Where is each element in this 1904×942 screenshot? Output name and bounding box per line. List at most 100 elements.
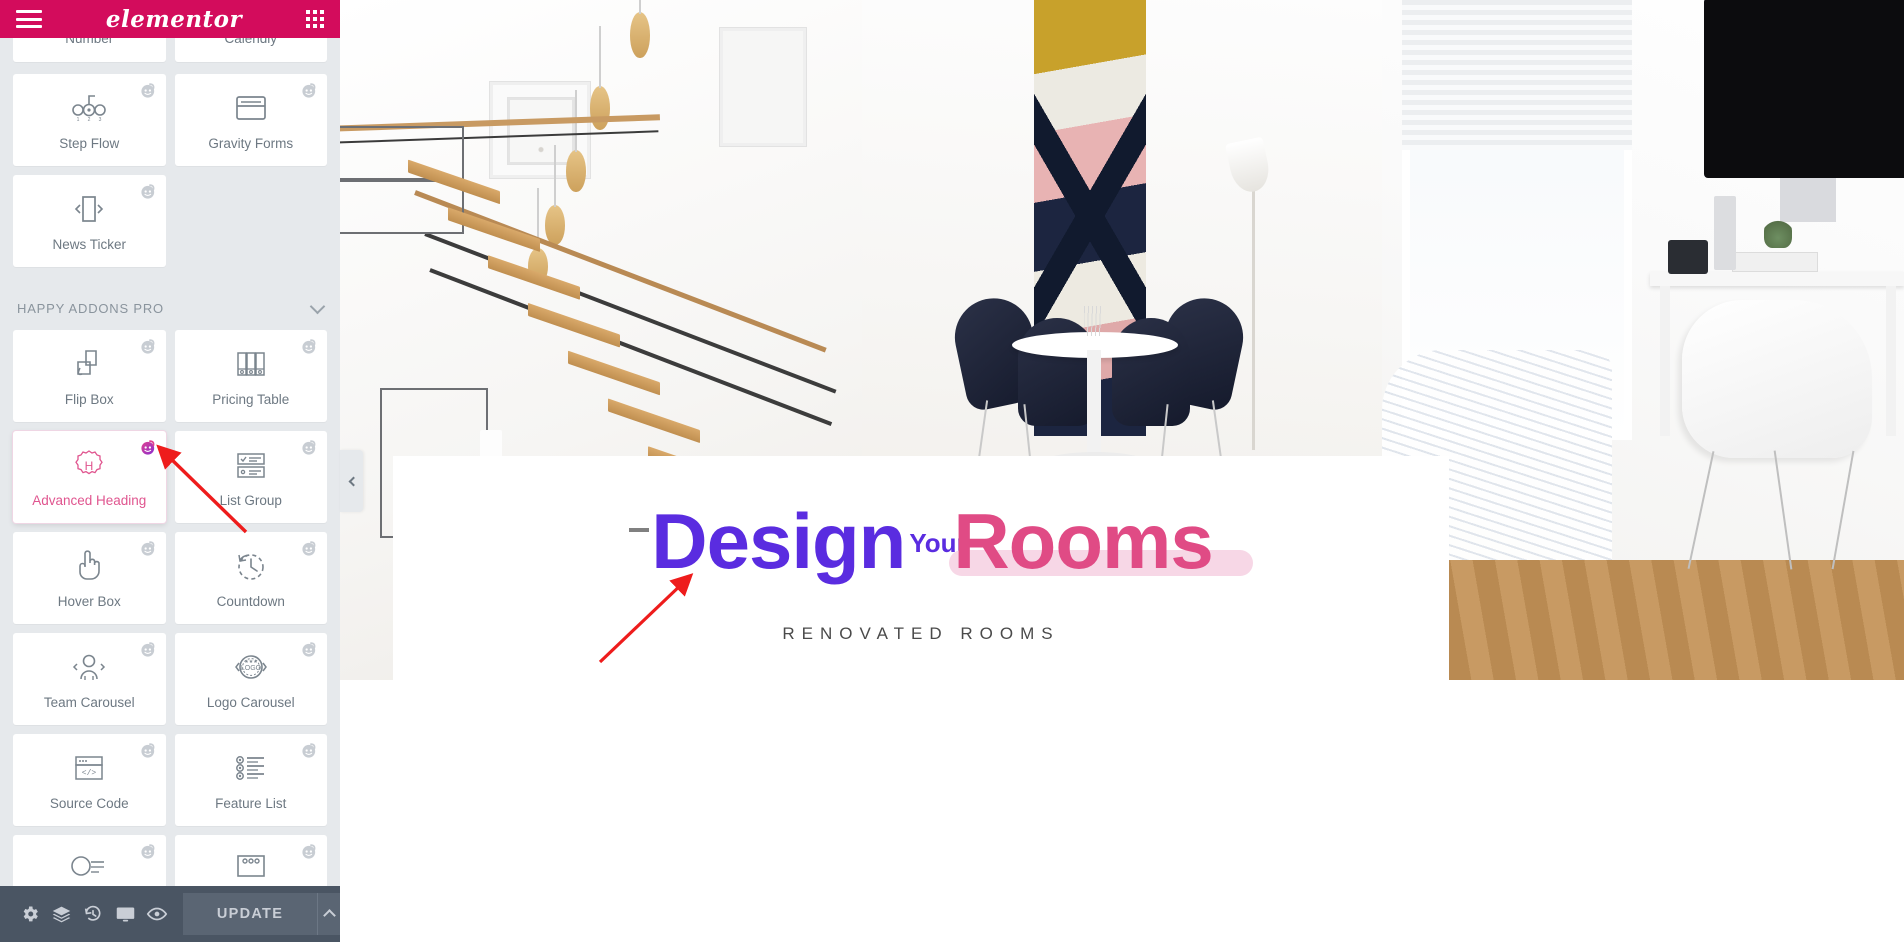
widgets-grid-icon[interactable] (306, 10, 324, 28)
widget-list-scroll[interactable]: Number Calendly 1 2 3 Step Flow Gravity … (0, 38, 340, 886)
widget-grid-happy-addons: Flip Box Pricing Table H Advanced Headin… (0, 330, 340, 886)
chevron-down-icon (309, 298, 326, 314)
widget-label: Pricing Table (212, 392, 290, 408)
countdown-icon (231, 546, 271, 586)
history-revisions-icon[interactable] (78, 886, 110, 942)
widget-label: Source Code (49, 796, 129, 812)
happy-addons-pro-badge-icon (140, 83, 154, 98)
responsive-mode-icon[interactable] (109, 886, 141, 942)
widget-card-step-flow[interactable]: 1 2 3 Step Flow (13, 74, 166, 166)
logo-carousel-icon: LOGO ★★★ (231, 647, 271, 687)
svg-text:1: 1 (77, 117, 80, 123)
feature-list-icon (231, 748, 271, 788)
advanced-heading-widget[interactable]: Design Your Rooms (393, 502, 1449, 580)
widget-grid-pro-top: 1 2 3 Step Flow Gravity Forms News Ticke… (0, 74, 340, 279)
update-button[interactable]: UPDATE (182, 893, 318, 935)
widget-label: Calendly (224, 38, 278, 46)
widget-card-gravity-forms[interactable]: Gravity Forms (174, 74, 327, 166)
widget-label: List Group (219, 493, 282, 509)
svg-text:H: H (85, 459, 94, 473)
panel-header: elementor (0, 0, 340, 38)
svg-text:3: 3 (99, 117, 102, 123)
widget-card-pricing-table[interactable]: Pricing Table (174, 330, 327, 422)
happy-addons-pro-badge-icon (302, 642, 316, 657)
navigator-layers-icon[interactable] (46, 886, 78, 942)
section-header-happy-addons-pro[interactable]: HAPPY ADDONS PRO (0, 279, 340, 330)
widget-card-list-group[interactable]: List Group (174, 431, 327, 523)
happy-addons-pro-badge-icon-active (140, 440, 154, 455)
happy-addons-pro-badge-icon (302, 83, 316, 98)
widget-card-number[interactable]: Number (13, 38, 166, 62)
widget-card-source-code[interactable]: </> Source Code (13, 734, 166, 826)
heading-dash-icon (629, 528, 650, 532)
svg-text:★★★: ★★★ (244, 659, 258, 665)
widget-label: Flip Box (64, 392, 114, 408)
happy-addons-pro-badge-icon (302, 743, 316, 758)
happy-addons-pro-badge-icon (140, 339, 154, 354)
elementor-widget-panel[interactable]: elementor Number Calendly 1 2 3 Step Flo… (0, 0, 340, 942)
happy-addons-pro-badge-icon (140, 184, 154, 199)
chevron-left-icon (348, 476, 358, 486)
happy-addons-pro-badge-icon (302, 844, 316, 859)
widget-label: Logo Carousel (206, 695, 295, 711)
hero-subheading: RENOVATED ROOMS (782, 624, 1060, 643)
svg-text:</>: </> (82, 769, 97, 778)
happy-addons-pro-badge-icon (302, 541, 316, 556)
news-ticker-icon (69, 189, 109, 229)
editor-canvas[interactable]: Design Your Rooms RENOVATED ROOMS (340, 0, 1904, 942)
svg-text:2: 2 (88, 117, 91, 123)
widget-label: Number (65, 38, 114, 46)
widget-card-logo-carousel[interactable]: LOGO ★★★ Logo Carousel (174, 633, 327, 725)
happy-addons-pro-badge-icon (140, 541, 154, 556)
widget-card-news-ticker[interactable]: News Ticker (13, 175, 166, 267)
widget-card-hover-box[interactable]: Hover Box (13, 532, 166, 624)
widget-card-calendly[interactable]: Calendly (174, 38, 327, 62)
hero-section-card[interactable]: Design Your Rooms RENOVATED ROOMS (393, 456, 1449, 710)
info-box-icon (69, 846, 109, 886)
widget-label: Gravity Forms (208, 136, 294, 152)
happy-addons-pro-badge-icon (140, 743, 154, 758)
widget-grid-partial-top: Number Calendly (0, 38, 340, 74)
source-code-icon: </> (69, 748, 109, 788)
team-carousel-icon (69, 647, 109, 687)
happy-addons-pro-badge-icon (140, 844, 154, 859)
advanced-heading-icon: H (69, 445, 109, 485)
happy-addons-pro-badge-icon (140, 642, 154, 657)
widget-label: Feature List (215, 796, 287, 812)
preview-eye-icon[interactable] (141, 886, 173, 942)
widget-label: Hover Box (57, 594, 121, 610)
elementor-logo: elementor (105, 5, 243, 33)
gravity-forms-icon (231, 88, 271, 128)
hamburger-menu-icon[interactable] (16, 10, 42, 28)
widget-card-flip-box[interactable]: Flip Box (13, 330, 166, 422)
save-options-caret-button[interactable] (317, 893, 340, 935)
widget-card-countdown[interactable]: Countdown (174, 532, 327, 624)
settings-gear-icon[interactable] (14, 886, 46, 942)
heading-first-word: Design (651, 497, 906, 585)
widget-label: Team Carousel (43, 695, 135, 711)
panel-footer-toolbar: UPDATE (0, 886, 340, 942)
list-group-icon (231, 445, 271, 485)
hover-box-icon (69, 546, 109, 586)
svg-text:LOGO: LOGO (241, 665, 262, 672)
card-icon (231, 846, 271, 886)
heading-second-word: Rooms (953, 497, 1213, 585)
widget-label: Step Flow (59, 136, 120, 152)
happy-addons-pro-badge-icon (302, 339, 316, 354)
photo-desk (1382, 0, 1904, 680)
widget-card-team-carousel[interactable]: Team Carousel (13, 633, 166, 725)
flip-box-icon (69, 344, 109, 384)
widget-label: News Ticker (52, 237, 126, 253)
happy-addons-pro-badge-icon (302, 440, 316, 455)
widget-label: Advanced Heading (32, 493, 147, 509)
widget-card-feature-list[interactable]: Feature List (174, 734, 327, 826)
chevron-up-icon (322, 909, 336, 922)
widget-card-info-box[interactable] (13, 835, 166, 886)
widget-card-advanced-heading[interactable]: H Advanced Heading (13, 431, 166, 523)
panel-collapse-handle[interactable] (340, 450, 363, 512)
section-title: HAPPY ADDONS PRO (17, 301, 164, 316)
step-flow-icon: 1 2 3 (69, 88, 109, 128)
widget-grid-empty-slot (175, 175, 328, 267)
widget-card-card[interactable] (174, 835, 327, 886)
widget-label: Countdown (216, 594, 285, 610)
